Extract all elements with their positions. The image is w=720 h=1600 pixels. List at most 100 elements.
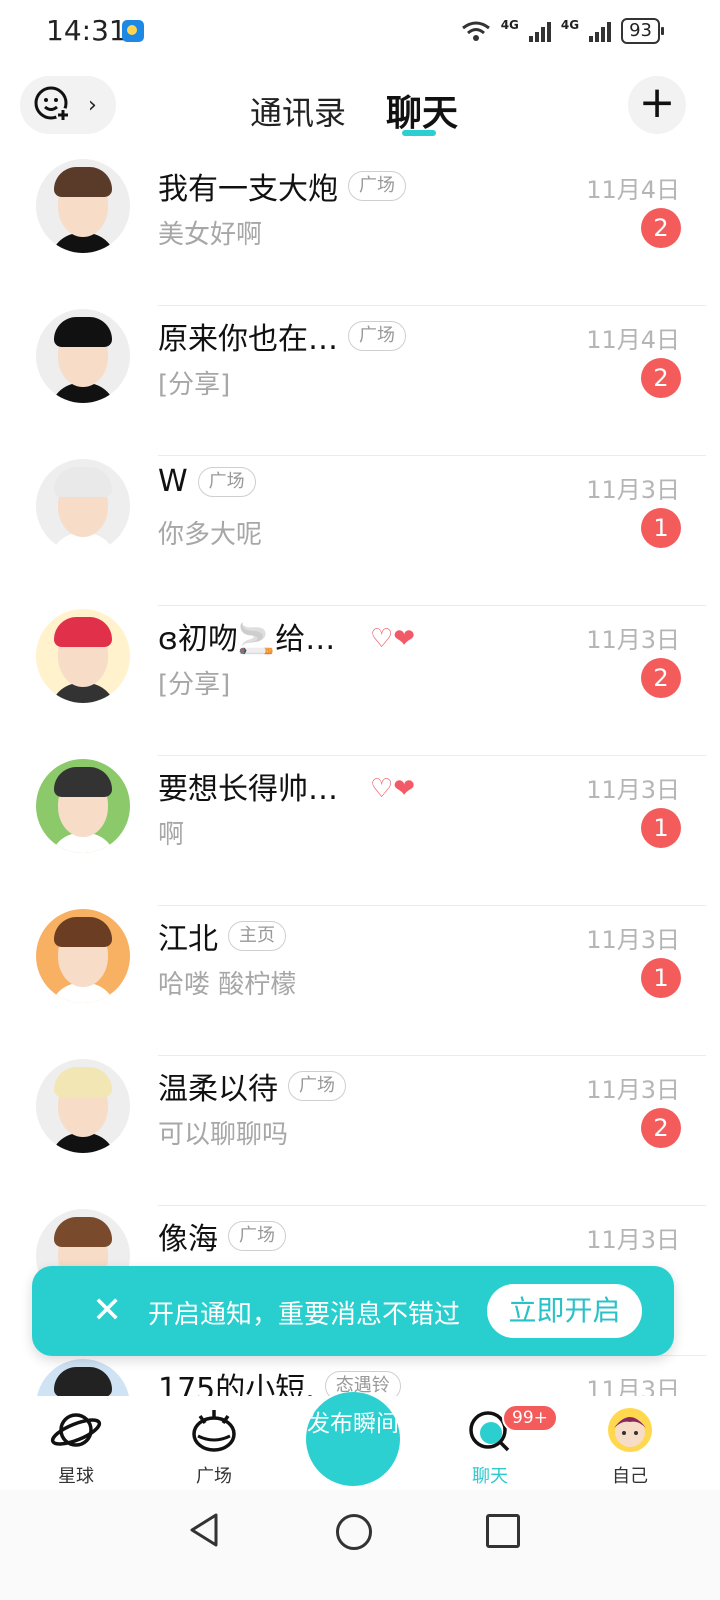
avatar[interactable]: [36, 1059, 130, 1153]
chat-name-row: ɞ初吻🚬给…: [158, 614, 335, 658]
top-header: › 通讯录 聊天 +: [0, 64, 720, 154]
notification-banner: ✕ 开启通知，重要消息不错过 立即开启: [32, 1266, 674, 1356]
avatar[interactable]: [36, 609, 130, 703]
square-icon: [192, 1410, 236, 1452]
back-icon[interactable]: [188, 1512, 220, 1548]
unread-badge: 2: [641, 208, 681, 248]
chat-name-row: 像海 广场: [158, 1214, 286, 1258]
unread-badge: 2: [641, 358, 681, 398]
plus-icon: +: [638, 77, 676, 128]
message-date: 11月3日: [586, 776, 680, 804]
heart-icon: ♡❤: [370, 774, 416, 804]
nav-item-me[interactable]: 自己: [580, 1396, 680, 1488]
chat-name-row: 温柔以待 广场: [158, 1064, 346, 1108]
chat-name-row: 175的小短. 态遇铃: [158, 1364, 401, 1396]
status-time: 14:31: [46, 14, 127, 47]
chat-row[interactable]: 要想长得帅… ♡❤ 啊 11月3日 1: [0, 756, 720, 906]
chat-name-row: 原来你也在… 广场: [158, 314, 406, 358]
bottom-nav: 星球 广场 发布瞬间 聊天 99+ 自己: [0, 1392, 720, 1490]
chat-name: ɞ初吻🚬给…: [158, 622, 336, 657]
notification-text: 开启通知，重要消息不错过: [148, 1300, 461, 1330]
close-icon[interactable]: ✕: [92, 1286, 122, 1336]
chat-name: W: [158, 464, 188, 499]
chat-row[interactable]: 我有一支大炮 广场 美女好啊 11月4日 2: [0, 156, 720, 306]
chat-row[interactable]: ɞ初吻🚬给… ♡❤ [分享] 11月3日 2: [0, 606, 720, 756]
chat-name-row: 江北 主页: [158, 914, 286, 958]
chat-row[interactable]: 175的小短. 态遇铃 11月3日: [0, 1356, 720, 1396]
tab-chat[interactable]: 聊天: [386, 84, 458, 136]
nav-label-chat: 聊天: [472, 1466, 508, 1487]
heart-icon: ♡❤: [370, 624, 416, 654]
signal-icon-2: [589, 20, 612, 42]
last-message: 可以聊聊吗: [158, 1120, 289, 1150]
source-tag: 广场: [348, 171, 406, 201]
message-date: 11月4日: [586, 176, 680, 204]
network-type-2: 4G: [560, 18, 580, 32]
chevron-right-icon: ›: [88, 93, 97, 118]
avatar[interactable]: [36, 759, 130, 853]
chat-row[interactable]: W 广场 你多大呢 11月3日 1: [0, 456, 720, 606]
nav-item-square[interactable]: 广场: [164, 1396, 264, 1488]
nav-label-square: 广场: [196, 1466, 232, 1487]
chat-list[interactable]: 我有一支大炮 广场 美女好啊 11月4日 2 原来你也在… 广场 [分享] 11…: [0, 156, 720, 1396]
avatar[interactable]: [36, 459, 130, 553]
add-friend-button[interactable]: ›: [20, 76, 116, 134]
chat-row[interactable]: 原来你也在… 广场 [分享] 11月4日 2: [0, 306, 720, 456]
enable-notification-button[interactable]: 立即开启: [487, 1284, 642, 1338]
tab-contacts[interactable]: 通讯录: [250, 88, 346, 134]
unread-badge: 1: [641, 508, 681, 548]
message-date: 11月3日: [586, 926, 680, 954]
chat-row[interactable]: 江北 主页 哈喽 酸柠檬 11月3日 1: [0, 906, 720, 1056]
chat-row[interactable]: 温柔以待 广场 可以聊聊吗 11月3日 2: [0, 1056, 720, 1206]
message-date: 11月4日: [586, 326, 680, 354]
home-icon[interactable]: [336, 1514, 372, 1550]
unread-badge: 1: [641, 958, 681, 998]
last-message: 你多大呢: [158, 520, 263, 550]
add-friend-face-icon: [34, 86, 70, 122]
message-date: 11月3日: [586, 1376, 680, 1396]
last-message: 啊: [158, 820, 185, 850]
avatar[interactable]: [36, 1359, 130, 1396]
unread-badge: 2: [641, 658, 681, 698]
chat-name: 要想长得帅…: [158, 772, 338, 807]
wifi-icon: [461, 21, 490, 41]
status-bar: 14:31 4G 4G 93: [0, 0, 720, 64]
me-avatar-icon: [608, 1408, 652, 1452]
avatar[interactable]: [36, 159, 130, 253]
chat-name-row: 我有一支大炮 广场: [158, 164, 406, 208]
avatar[interactable]: [36, 309, 130, 403]
battery-level: 93: [621, 18, 664, 44]
active-tab-indicator: [402, 130, 436, 136]
signal-icon-1: [528, 20, 551, 42]
chat-name: 江北: [158, 922, 218, 957]
recent-apps-icon[interactable]: [486, 1514, 520, 1548]
avatar[interactable]: [36, 909, 130, 1003]
chat-name-row: W 广场: [158, 464, 256, 499]
chat-name: 像海: [158, 1222, 218, 1257]
status-indicators: 4G 4G 93: [461, 18, 664, 44]
source-tag: 广场: [197, 466, 256, 497]
unread-badge: 1: [641, 808, 681, 848]
unread-badge: 2: [641, 1108, 681, 1148]
chat-name: 温柔以待: [158, 1072, 278, 1107]
source-tag: 广场: [228, 1221, 286, 1251]
nav-label-planet: 星球: [58, 1466, 94, 1487]
add-button[interactable]: +: [628, 76, 686, 134]
nav-item-planet[interactable]: 星球: [26, 1396, 126, 1488]
publish-moment-button[interactable]: 发布瞬间: [306, 1392, 400, 1486]
chat-name: 175的小短.: [158, 1372, 315, 1396]
source-tag: 主页: [228, 921, 286, 951]
chat-name: 原来你也在…: [158, 322, 338, 357]
source-tag: 广场: [348, 321, 406, 351]
message-date: 11月3日: [586, 626, 680, 654]
chat-name: 我有一支大炮: [158, 172, 338, 207]
last-message: 美女好啊: [158, 220, 263, 250]
chat-unread-badge: 99+: [502, 1404, 558, 1432]
message-date: 11月3日: [586, 476, 680, 504]
source-tag: 广场: [288, 1071, 346, 1101]
chat-name-row: 要想长得帅…: [158, 764, 338, 808]
nav-label-me: 自己: [612, 1466, 648, 1487]
system-nav-bar: [0, 1490, 720, 1600]
planet-icon: [50, 1413, 102, 1447]
last-message: [分享]: [158, 370, 231, 400]
